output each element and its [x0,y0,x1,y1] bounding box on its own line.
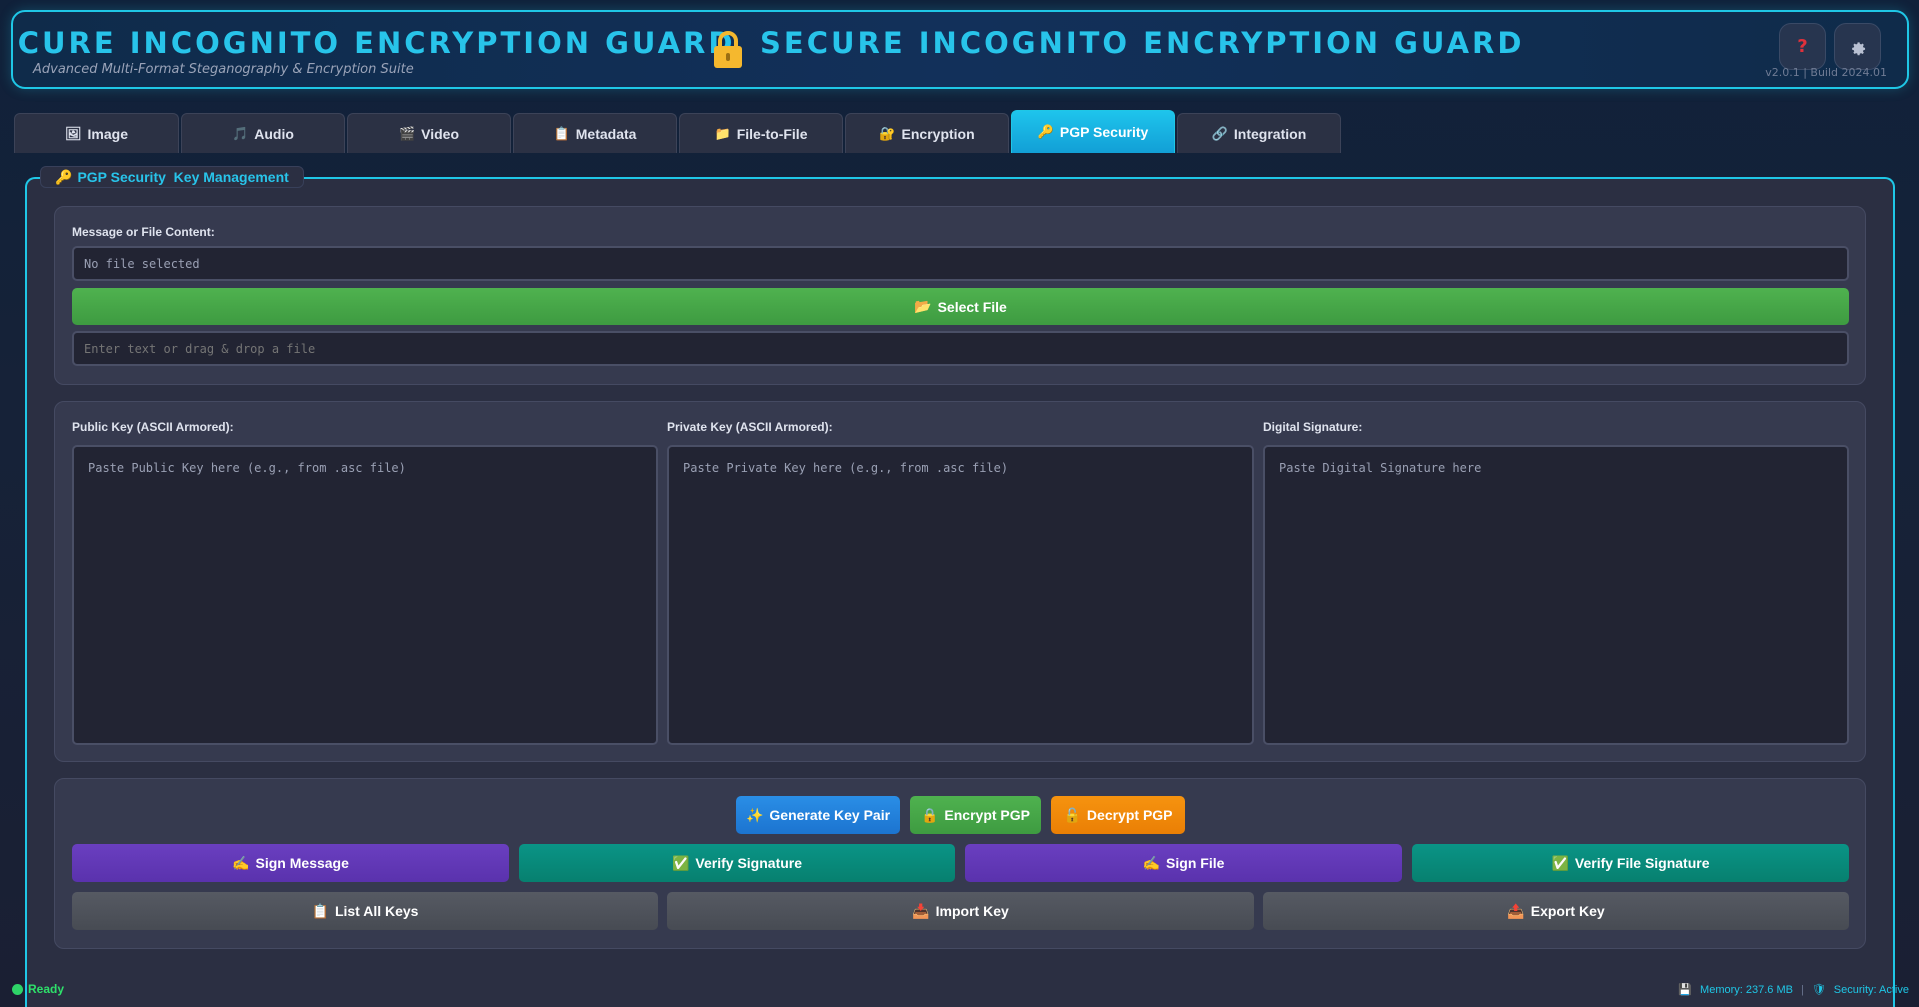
help-icon: ? [1797,36,1808,57]
sparkles-icon: ✨ [745,806,764,823]
button-label: Generate Key Pair [769,807,891,823]
tab-metadata[interactable]: 📋 Metadata [513,113,677,153]
status-right: 💾 Memory: 237.6 MB | 🛡 Security: Active [1678,983,1909,997]
inbox-icon: 📥 [912,902,930,919]
button-label: Encrypt PGP [944,807,1031,823]
security-status: Security: Active [1833,983,1909,996]
folder-open-icon: 📂 [914,298,932,314]
message-text-input[interactable] [72,331,1849,366]
tab-pgp-security[interactable]: 🔑 PGP Security [1011,110,1175,153]
image-icon: 🖼 [65,125,82,141]
tab-label: Metadata [575,125,637,142]
shield-icon: 🛡 [1811,984,1826,996]
button-label: Import Key [935,903,1009,919]
writing-hand-icon: ✍ [232,854,250,871]
list-all-keys-button[interactable]: 📋 List All Keys [72,892,658,930]
app-title-scrolled: SECURE INCOGNITO ENCRYPTION GUARD [11,26,736,60]
status-text: Ready [28,982,65,996]
tab-image[interactable]: 🖼 Image [14,113,179,153]
import-key-button[interactable]: 📥 Import Key [667,892,1254,930]
tab-label: Integration [1233,125,1307,142]
actions-section: ✨ Generate Key Pair 🔒 Encrypt PGP 🔓 Decrypt… [54,778,1866,949]
unlock-icon: 🔓 [1063,806,1081,823]
private-key-textarea[interactable] [667,445,1254,745]
tab-file-to-file[interactable]: 📁 File-to-File [679,113,843,153]
export-key-button[interactable]: 📤 Export Key [1263,892,1849,930]
app-title: SECURE INCOGNITO ENCRYPTION GUARD [760,26,1525,60]
lock-key-icon: 🔐 [879,125,896,141]
clapperboard-icon: 🎬 [398,125,416,141]
settings-button[interactable] [1834,23,1881,70]
panel-legend: 🔑 PGP Security Key Management [40,166,304,188]
status-dot-icon [12,983,23,995]
writing-hand-icon: ✍ [1142,854,1161,871]
clipboard-icon: 📋 [553,125,570,141]
tab-label: Video [421,125,460,142]
verify-signature-button[interactable]: ✅ Verify Signature [519,844,955,882]
verify-file-signature-button[interactable]: ✅ Verify File Signature [1412,844,1849,882]
button-label: List All Keys [334,903,419,919]
clipboard-icon: 📋 [311,902,329,919]
keys-section: Public Key (ASCII Armored): Private Key … [54,401,1866,762]
public-key-textarea[interactable] [72,445,658,745]
tab-audio[interactable]: 🎵 Audio [181,113,345,153]
app-subtitle: Advanced Multi-Format Steganography & En… [33,62,414,77]
check-icon: ✅ [671,854,690,871]
select-file-button[interactable]: 📂 Select File [72,288,1849,325]
signature-textarea[interactable] [1263,445,1849,745]
key-icon: 🔑 [1037,124,1054,139]
outbox-icon: 📤 [1507,902,1525,919]
tab-label: File-to-File [736,125,808,142]
button-label: Verify File Signature [1574,855,1710,871]
key-icon: 🔑 [55,168,73,185]
signature-label: Digital Signature: [1263,420,1363,434]
status-separator: | [1800,983,1804,996]
sign-message-button[interactable]: ✍ Sign Message [72,844,509,882]
tab-video[interactable]: 🎬 Video [347,113,511,153]
tab-label: Audio [254,125,294,142]
folder-icon: 📁 [714,125,731,141]
encrypt-pgp-button[interactable]: 🔒 Encrypt PGP [910,796,1041,834]
help-button[interactable]: ? [1779,23,1826,70]
sign-file-button[interactable]: ✍ Sign File [965,844,1402,882]
select-file-label: Select File [937,298,1007,315]
selected-file-field: No file selected [72,246,1849,281]
music-icon: 🎵 [232,125,249,141]
lock-icon: 🔒 [920,806,939,823]
button-label: Sign Message [255,855,349,871]
public-key-label: Public Key (ASCII Armored): [72,420,234,434]
button-label: Verify Signature [695,855,803,871]
generate-key-pair-button[interactable]: ✨ Generate Key Pair [736,796,900,834]
button-label: Sign File [1166,855,1225,871]
private-key-label: Private Key (ASCII Armored): [667,420,833,434]
button-label: Decrypt PGP [1086,807,1173,823]
tab-label: Image [87,125,128,142]
tab-label: Encryption [901,125,975,142]
tab-integration[interactable]: 🔗 Integration [1177,113,1341,153]
decrypt-pgp-button[interactable]: 🔓 Decrypt PGP [1051,796,1185,834]
tab-encryption[interactable]: 🔐 Encryption [845,113,1009,153]
panel-legend-label: PGP Security Key Management [77,169,289,185]
floppy-disk-icon: 💾 [1678,984,1693,996]
memory-status: Memory: 237.6 MB [1700,983,1793,996]
check-icon: ✅ [1551,854,1569,871]
link-icon: 🔗 [1211,125,1228,141]
app-header: SECURE INCOGNITO ENCRYPTION GUARD SECURE… [11,10,1909,89]
tab-label: PGP Security [1059,124,1149,140]
message-section: Message or File Content: No file selecte… [54,206,1866,385]
button-label: Export Key [1530,903,1605,919]
message-label: Message or File Content: [72,225,215,239]
version-label: v2.0.1 | Build 2024.01 [1765,66,1887,79]
gear-icon [1851,41,1865,55]
lock-icon [714,31,742,68]
status-ready: Ready [12,982,64,996]
